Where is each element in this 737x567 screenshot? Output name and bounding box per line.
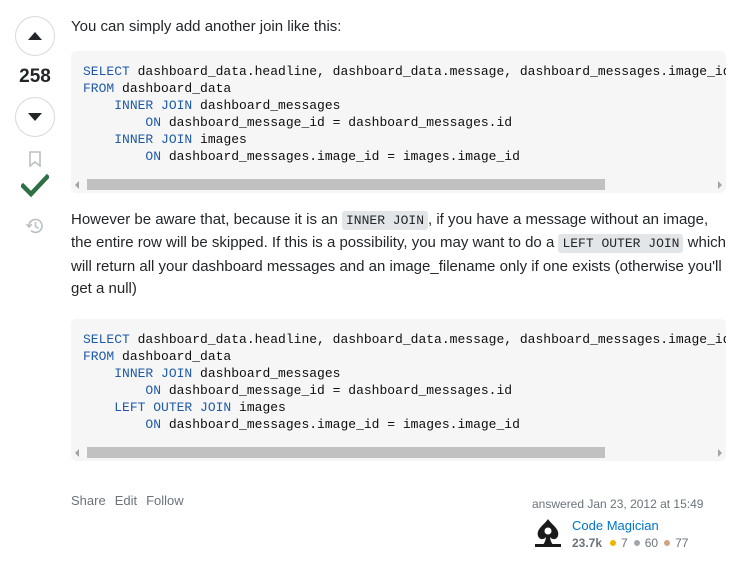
scroll-right-icon[interactable] — [718, 180, 722, 189]
user-stats: 23.7k 7 60 77 — [572, 536, 688, 550]
post-menu: Share Edit Follow — [71, 493, 184, 508]
user-info: Code Magician 23.7k 7 60 77 — [532, 517, 722, 550]
user-card: answered Jan 23, 2012 at 15:49 Code Magi… — [532, 496, 722, 550]
checkmark-icon — [21, 174, 49, 198]
scroll-thumb[interactable] — [87, 178, 605, 190]
edit-link[interactable]: Edit — [115, 493, 137, 508]
sql-keyword: FROM — [83, 348, 115, 364]
gold-badge-count: 7 — [621, 536, 628, 550]
horizontal-scrollbar[interactable] — [71, 445, 726, 461]
sql-keyword: SELECT — [83, 63, 130, 79]
sql-keyword: ON — [145, 382, 162, 398]
sql-text: dashboard_messages — [192, 365, 341, 381]
scroll-thumb[interactable] — [87, 446, 605, 458]
scroll-right-icon[interactable] — [718, 448, 722, 457]
sql-text: dashboard_messages — [192, 97, 341, 113]
answer-intro: You can simply add another join like thi… — [71, 18, 342, 35]
vote-count: 258 — [19, 66, 51, 87]
code-text: SELECT dashboard_data.headline, dashboar… — [71, 319, 726, 433]
answer-body: You can simply add another join like thi… — [71, 16, 726, 461]
sql-keyword: ON — [145, 114, 162, 130]
sql-text: dashboard_data — [114, 80, 232, 96]
sql-text: images — [231, 399, 286, 415]
sql-keyword: LEFT OUTER JOIN — [114, 399, 232, 415]
bookmark-button[interactable] — [25, 149, 45, 169]
user-details: Code Magician 23.7k 7 60 77 — [572, 517, 688, 550]
sql-keyword: ON — [145, 416, 162, 432]
sql-text: dashboard_data — [114, 348, 232, 364]
silver-badge-count: 60 — [644, 536, 659, 550]
code-text: SELECT dashboard_data.headline, dashboar… — [71, 51, 726, 165]
sql-keyword: INNER JOIN — [114, 131, 193, 147]
sql-text: dashboard_message_id = dashboard_message… — [161, 114, 513, 130]
sql-keyword: INNER JOIN — [114, 365, 193, 381]
accepted-answer-indicator — [20, 171, 50, 201]
answered-time: answered Jan 23, 2012 at 15:49 — [532, 497, 704, 511]
sql-text: images — [192, 131, 247, 147]
sql-keyword: ON — [145, 148, 162, 164]
scroll-left-icon[interactable] — [75, 448, 79, 457]
sql-text: dashboard_data.headline, dashboard_data.… — [129, 331, 726, 347]
sql-keyword: INNER JOIN — [114, 97, 193, 113]
inline-code: LEFT OUTER JOIN — [558, 234, 684, 253]
scroll-left-icon[interactable] — [75, 180, 79, 189]
sql-keyword: FROM — [83, 80, 115, 96]
sql-text: dashboard_data.headline, dashboard_data.… — [129, 63, 726, 79]
triangle-up-icon — [28, 32, 42, 40]
timeline-button[interactable] — [24, 215, 46, 237]
reputation-score: 23.7k — [572, 536, 603, 550]
horizontal-scrollbar[interactable] — [71, 177, 726, 193]
bookmark-icon — [29, 151, 41, 167]
answer-paragraph: However be aware that, because it is an … — [71, 209, 726, 301]
inline-code: INNER JOIN — [341, 210, 428, 230]
history-icon — [25, 218, 43, 234]
code-block-2: SELECT dashboard_data.headline, dashboar… — [71, 318, 726, 461]
sql-keyword: SELECT — [83, 331, 130, 347]
text-segment: However be aware that, because it is an — [71, 210, 342, 228]
sql-text: dashboard_messages.image_id = images.ima… — [161, 148, 520, 164]
triangle-down-icon — [28, 113, 42, 121]
bronze-badge-icon — [664, 540, 671, 546]
vote-cell: 258 — [14, 16, 56, 237]
sql-text: dashboard_message_id = dashboard_message… — [161, 382, 513, 398]
follow-link[interactable]: Follow — [146, 493, 184, 508]
share-link[interactable]: Share — [71, 493, 106, 508]
code-block-1: SELECT dashboard_data.headline, dashboar… — [71, 50, 726, 193]
silver-badge-icon — [633, 540, 640, 546]
downvote-button[interactable] — [15, 97, 55, 137]
avatar[interactable] — [532, 517, 564, 549]
upvote-button[interactable] — [15, 16, 55, 56]
gold-badge-icon — [610, 540, 617, 546]
avatar-ace-of-spades-icon — [532, 517, 564, 549]
bronze-badge-count: 77 — [675, 536, 689, 550]
sql-text: dashboard_messages.image_id = images.ima… — [161, 416, 520, 432]
user-name-link[interactable]: Code Magician — [572, 517, 688, 535]
